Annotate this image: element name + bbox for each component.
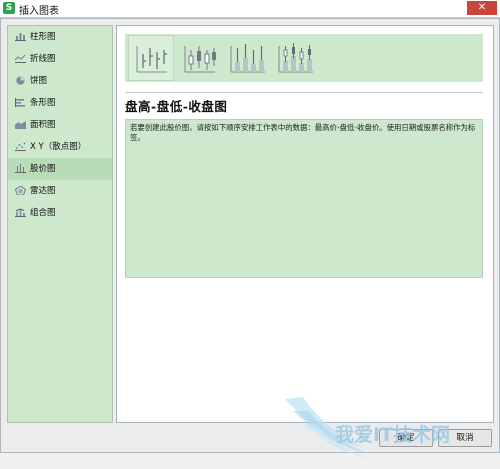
stock-vhlc-icon [230, 44, 265, 73]
sidebar-item-combo[interactable]: 组合图 [8, 202, 112, 224]
scatter-chart-icon [15, 142, 26, 151]
sidebar-item-label: 组合图 [30, 208, 56, 218]
chart-preview-panel: 盘高-盘低-收盘图 若要创建此股价图，请按如下顺序安排工作表中的数据：最高价-盘… [116, 25, 494, 423]
sidebar-item-stock[interactable]: 股价图 [8, 158, 112, 180]
area-chart-icon [15, 121, 26, 129]
dialog-body: 柱形图 折线图 饼图 条形图 面积图 X Y（散点图） 股价图 雷达图 组合图 … [0, 18, 500, 459]
sidebar-item-line[interactable]: 折线图 [8, 48, 112, 70]
stock-hlc-icon [136, 46, 167, 73]
stock-ohlc-icon [184, 46, 216, 73]
sidebar-item-label: 面积图 [30, 120, 56, 130]
combo-chart-icon [15, 208, 26, 217]
chart-subtype-strip [125, 34, 483, 82]
pie-chart-icon [16, 76, 25, 85]
sidebar-item-label: 雷达图 [30, 186, 56, 196]
chart-type-list: 柱形图 折线图 饼图 条形图 面积图 X Y（散点图） 股价图 雷达图 组合图 [7, 25, 113, 423]
sidebar-item-label: X Y（散点图） [30, 142, 87, 152]
subtype-hlc-thumbnail[interactable] [128, 35, 174, 81]
sidebar-item-column[interactable]: 柱形图 [8, 26, 112, 48]
sidebar-item-scatter[interactable]: X Y（散点图） [8, 136, 112, 158]
sidebar-item-label: 条形图 [30, 98, 56, 108]
ok-button[interactable]: 确定 [379, 429, 433, 447]
stock-chart-icon [15, 164, 26, 173]
chart-subtype-title: 盘高-盘低-收盘图 [125, 99, 228, 114]
sidebar-item-label: 饼图 [30, 76, 48, 86]
window-title: 插入图表 [19, 6, 59, 17]
sidebar-item-label: 折线图 [30, 54, 56, 64]
panel-divider [125, 92, 483, 93]
sidebar-item-pie[interactable]: 饼图 [8, 70, 112, 92]
sidebar-item-label: 股价图 [30, 164, 56, 174]
stock-vohlc-icon [278, 43, 313, 73]
sidebar-item-area[interactable]: 面积图 [8, 114, 112, 136]
title-bar: S 插入图表 ✕ [0, 0, 500, 18]
bar-chart-icon [15, 98, 25, 107]
sidebar-item-label: 柱形图 [30, 32, 56, 42]
radar-chart-icon [15, 186, 26, 195]
subtype-vhlc-thumbnail[interactable] [225, 36, 269, 80]
cancel-button[interactable]: 取消 [438, 429, 492, 447]
sidebar-item-bar[interactable]: 条形图 [8, 92, 112, 114]
chart-description-text: 若要创建此股价图，请按如下顺序安排工作表中的数据：最高价-盘低-收盘价。使用日期… [130, 123, 476, 142]
close-button[interactable]: ✕ [467, 1, 497, 15]
subtype-ohlc-thumbnail[interactable] [177, 36, 221, 80]
subtype-vohlc-thumbnail[interactable] [273, 36, 317, 80]
app-logo-icon: S [3, 2, 15, 14]
line-chart-icon [15, 54, 26, 63]
column-chart-icon [15, 33, 26, 41]
chart-description-box: 若要创建此股价图，请按如下顺序安排工作表中的数据：最高价-盘低-收盘价。使用日期… [125, 119, 483, 278]
sidebar-item-radar[interactable]: 雷达图 [8, 180, 112, 202]
